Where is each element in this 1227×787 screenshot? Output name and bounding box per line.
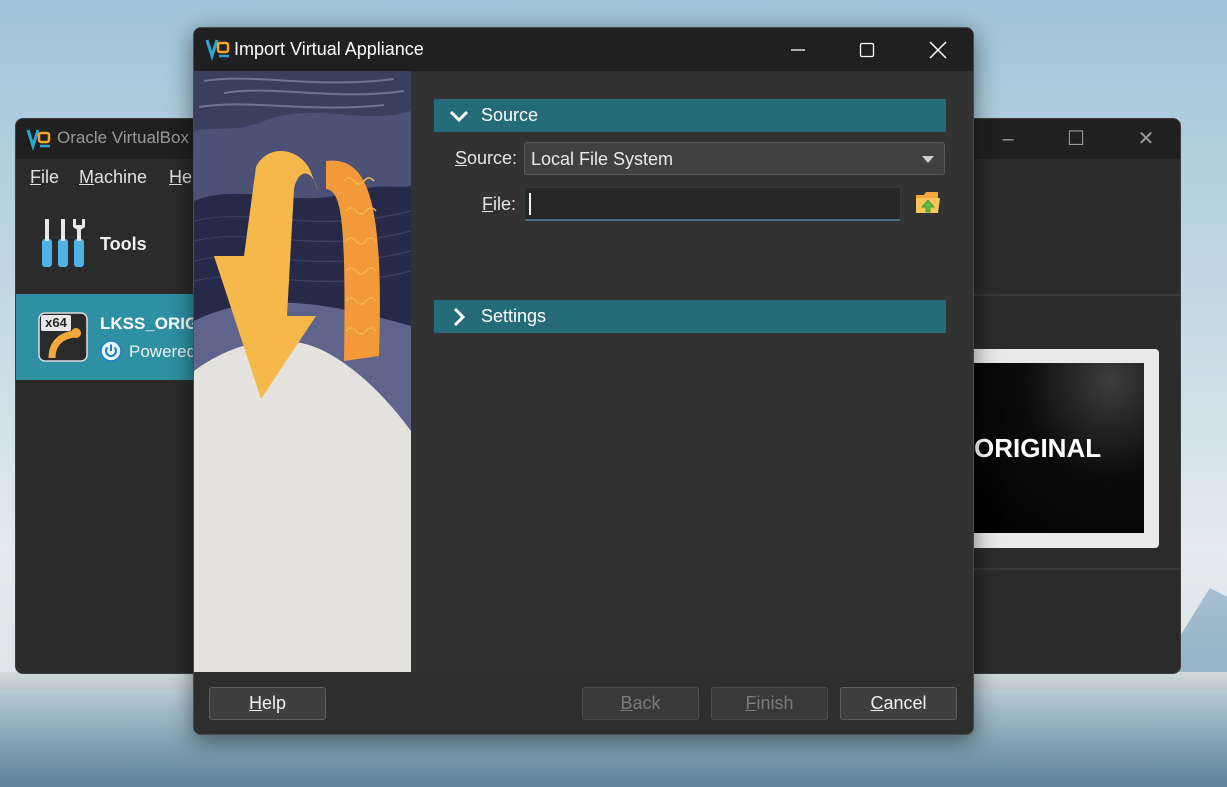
minimize-icon bbox=[791, 49, 805, 51]
os-badge-text: x64 bbox=[45, 315, 67, 330]
folder-open-icon[interactable] bbox=[914, 188, 942, 218]
main-window-title: Oracle VirtualBox bbox=[57, 128, 189, 147]
vm-preview-screen: ORIGINAL bbox=[974, 363, 1144, 533]
menu-file[interactable]: File bbox=[30, 167, 59, 188]
dialog-title: Import Virtual Appliance bbox=[234, 39, 424, 59]
power-icon bbox=[100, 340, 122, 362]
tools-item[interactable]: Tools bbox=[16, 203, 216, 283]
menu-help[interactable]: Hel bbox=[169, 167, 196, 188]
settings-section-header[interactable]: Settings bbox=[434, 300, 946, 333]
main-close-button[interactable]: ✕ bbox=[1128, 123, 1164, 155]
cancel-button[interactable]: Cancel bbox=[840, 687, 957, 720]
back-button[interactable]: Back bbox=[582, 687, 699, 720]
virtualbox-logo-icon bbox=[205, 39, 230, 61]
file-label: File: bbox=[482, 194, 517, 214]
dialog-close-button[interactable] bbox=[915, 34, 961, 66]
source-combobox-value: Local File System bbox=[531, 149, 674, 169]
close-icon bbox=[929, 41, 947, 59]
dialog-minimize-button[interactable] bbox=[775, 34, 821, 66]
dialog-maximize-button[interactable] bbox=[844, 34, 890, 66]
maximize-icon bbox=[859, 42, 875, 58]
text-caret bbox=[529, 193, 531, 215]
file-path-input[interactable] bbox=[524, 187, 901, 221]
help-button[interactable]: Help bbox=[209, 687, 326, 720]
source-label: Source: bbox=[455, 148, 518, 168]
chevron-right-icon bbox=[453, 307, 466, 327]
dialog-footer: Help Back Finish Cancel bbox=[194, 672, 973, 734]
source-combobox[interactable]: Local File System bbox=[524, 142, 945, 175]
vm-state: Powered bbox=[129, 342, 197, 361]
chevron-down-icon bbox=[449, 110, 469, 123]
os-x64-icon: x64 bbox=[38, 312, 88, 362]
import-appliance-dialog: Import Virtual Appliance Source Source: … bbox=[193, 27, 974, 735]
finish-button[interactable]: Finish bbox=[711, 687, 828, 720]
source-section-header[interactable]: Source bbox=[434, 99, 946, 132]
dropdown-arrow-icon bbox=[922, 156, 934, 163]
dialog-titlebar: Import Virtual Appliance bbox=[194, 28, 973, 71]
virtualbox-logo-icon bbox=[26, 129, 51, 151]
tools-label: Tools bbox=[100, 234, 147, 254]
settings-section-label: Settings bbox=[481, 306, 547, 326]
menu-machine[interactable]: Machine bbox=[79, 167, 147, 188]
vm-preview-text: ORIGINAL bbox=[974, 433, 1102, 463]
main-maximize-button[interactable]: ☐ bbox=[1058, 123, 1094, 155]
wizard-content: Source Source: Local File System File: S… bbox=[411, 71, 973, 672]
vm-preview: ORIGINAL bbox=[966, 349, 1159, 548]
tools-icon bbox=[42, 219, 85, 267]
wizard-illustration bbox=[194, 71, 411, 672]
main-minimize-button[interactable]: – bbox=[990, 123, 1026, 155]
source-section-label: Source bbox=[481, 105, 539, 125]
